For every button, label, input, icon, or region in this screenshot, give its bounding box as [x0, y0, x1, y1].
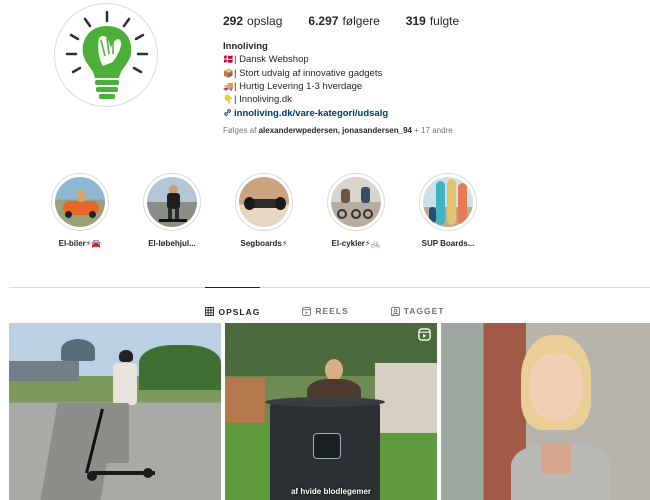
- highlight-label: SUP Boards...: [421, 239, 475, 248]
- highlight-el-cykler[interactable]: El-cykler⚡🚲: [310, 173, 402, 248]
- post-tile[interactable]: [9, 323, 221, 500]
- tagged-icon: [390, 306, 400, 316]
- highlight-label: El-løbehjul...: [148, 239, 196, 248]
- highlight-el-biler[interactable]: El-biler⚡🚘: [34, 173, 126, 248]
- tab-label: TAGGET: [403, 306, 445, 316]
- stat-following[interactable]: 319 fulgte: [406, 14, 459, 28]
- stat-following-value: 319: [405, 14, 426, 28]
- highlight-segboards[interactable]: Segboards⚡: [218, 173, 310, 248]
- bio-line: 👇| Innoliving.dk: [223, 94, 292, 106]
- reels-icon: [302, 306, 312, 316]
- stat-posts: 292 opslag: [223, 14, 282, 28]
- stat-posts-value: 292: [223, 14, 244, 28]
- stat-followers-label: følgere: [342, 14, 380, 28]
- bio-line: 🚚| Hurtig Levering 1-3 hverdage: [223, 80, 363, 92]
- tab-posts[interactable]: OPSLAG: [205, 287, 261, 321]
- stat-posts-label: opslag: [247, 14, 283, 28]
- profile-website-link[interactable]: innoliving.dk/vare-kategori/udsalg: [234, 108, 388, 119]
- tab-tagged[interactable]: TAGGET: [390, 287, 445, 321]
- lightbulb-hand-logo-icon: [65, 10, 149, 99]
- post-tile[interactable]: af hvide blodlegemer: [225, 323, 437, 500]
- reels-icon: [418, 328, 431, 341]
- stat-following-label: fulgte: [429, 14, 460, 28]
- tab-label: OPSLAG: [218, 306, 261, 317]
- highlight-sup-boards[interactable]: SUP Boards...: [402, 173, 494, 248]
- followed-by[interactable]: Følges af alexanderwpedersen, jonasander…: [223, 126, 453, 135]
- tab-reels[interactable]: REELS: [302, 287, 348, 321]
- link-icon: [224, 109, 231, 117]
- followed-by-users[interactable]: alexanderwpedersen, jonasandersen_94: [259, 126, 412, 135]
- highlight-label: Segboards⚡: [240, 239, 288, 248]
- highlight-thumbnail: [331, 177, 381, 227]
- profile-name: Innoliving: [223, 41, 268, 52]
- highlight-label: El-cykler⚡🚲: [331, 239, 381, 248]
- highlight-thumbnail: [239, 177, 289, 227]
- flag-denmark-icon: 🇩🇰: [223, 54, 234, 65]
- stat-followers-value: 6.297: [308, 14, 339, 28]
- grid-icon: [205, 307, 215, 316]
- highlight-thumbnail: [55, 177, 105, 227]
- profile-link-row[interactable]: innoliving.dk/vare-kategori/udsalg: [223, 108, 388, 120]
- profile-avatar[interactable]: [54, 3, 158, 107]
- highlight-label: El-biler⚡🚘: [58, 239, 102, 248]
- tab-label: REELS: [315, 306, 349, 316]
- delivery-truck-icon: 🚚: [223, 80, 234, 91]
- pointing-down-icon: 👇: [223, 94, 234, 105]
- profile-stats: 292 opslag 6.297 følgere 319 fulgte: [223, 14, 485, 28]
- bio-line: 📦| Stort udvalg af innovative gadgets: [223, 67, 383, 79]
- highlight-thumbnail: [423, 177, 473, 227]
- story-highlights: El-biler⚡🚘 El-løbehjul... Segboards⚡ El-…: [34, 173, 494, 248]
- highlight-el-lobehjul[interactable]: El-løbehjul...: [126, 173, 218, 248]
- bio-line: 🇩🇰| Dansk Webshop: [223, 54, 309, 66]
- profile-bio: Innoliving 🇩🇰| Dansk Webshop 📦| Stort ud…: [223, 41, 388, 121]
- highlight-thumbnail: [147, 177, 197, 227]
- post-tile[interactable]: [441, 323, 650, 500]
- package-icon: 📦: [223, 67, 234, 78]
- stat-followers[interactable]: 6.297 følgere: [308, 14, 379, 28]
- posts-grid: af hvide blodlegemer: [9, 323, 650, 500]
- post-caption-overlay: af hvide blodlegemer: [290, 487, 372, 496]
- profile-tabs: OPSLAG REELS TAGGET: [0, 287, 650, 321]
